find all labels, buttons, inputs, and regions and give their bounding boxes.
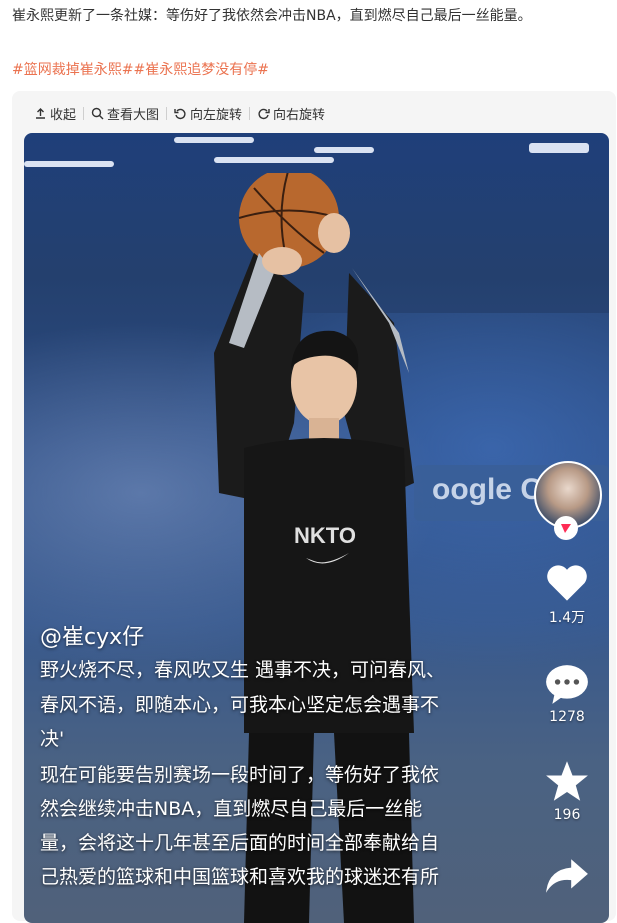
comment-count: 1278 <box>549 709 585 725</box>
arena-light <box>24 161 114 167</box>
arena-light <box>314 147 374 153</box>
hashtags: #篮网裁掉崔永熙##崔永熙追梦没有停# <box>12 59 269 81</box>
share-action[interactable] <box>532 855 602 901</box>
comment-icon <box>546 665 588 704</box>
collapse-label: 收起 <box>50 107 77 123</box>
caption-line: 现在可能要告别赛场一段时间了，等伤好了我依 <box>40 764 440 786</box>
rotate-left-icon <box>174 108 186 119</box>
like-count: 1.4万 <box>548 610 586 626</box>
view-large-button[interactable]: 查看大图 <box>84 104 166 123</box>
favorite-action[interactable]: 196 <box>532 759 602 823</box>
rotate-right-icon <box>258 108 270 119</box>
share-icon <box>546 859 588 893</box>
arena-light <box>529 143 589 153</box>
star-icon <box>546 761 588 801</box>
comment-action[interactable]: 1278 <box>532 663 602 725</box>
hashtag-link[interactable]: #篮网裁掉崔永熙# <box>12 62 133 78</box>
caption-line: 然会继续冲击NBA，直到燃尽自己最后一丝能 <box>40 798 423 820</box>
collapse-icon <box>36 107 45 119</box>
view-large-label: 查看大图 <box>107 107 160 123</box>
arena-light <box>214 157 334 163</box>
rotate-left-label: 向左旋转 <box>190 107 243 123</box>
arena-light <box>174 137 254 143</box>
caption-line: 春风不语，即随本心，可我本心坚定怎会遇事不 <box>40 694 440 716</box>
collapse-button[interactable]: 收起 <box>34 104 83 123</box>
post-photo[interactable]: oogle Cl NKTO 1.4万 1278 196 @崔cyx仔 野火烧不尽… <box>24 133 609 923</box>
caption-line: 量，会将这十几年甚至后面的时间全部奉献给自 <box>40 832 440 854</box>
rotate-left-button[interactable]: 向左旋转 <box>167 104 249 123</box>
rotate-right-label: 向右旋转 <box>273 107 326 123</box>
author-handle: @崔cyx仔 <box>40 625 145 650</box>
post-text: 崔永熙更新了一条社媒：等伤好了我依然会冲击NBA，直到燃尽自己最后一丝能量。 <box>12 8 532 24</box>
media-card: 收起 查看大图 向左旋转 向右旋转 oogle Cl NKTO 1.4万 127… <box>12 91 616 923</box>
caption-line: 决' <box>40 728 65 750</box>
rotate-right-button[interactable]: 向右旋转 <box>250 104 332 123</box>
svg-text:NKTO: NKTO <box>294 523 356 548</box>
heart-icon <box>547 565 587 601</box>
search-icon <box>91 107 104 119</box>
follow-badge[interactable] <box>554 516 578 540</box>
image-toolbar: 收起 查看大图 向左旋转 向右旋转 <box>34 103 332 123</box>
hashtag-link[interactable]: #崔永熙追梦没有停# <box>133 62 268 78</box>
like-action[interactable]: 1.4万 <box>532 563 602 627</box>
favorite-count: 196 <box>553 807 581 823</box>
caption-line: 己热爱的篮球和中国篮球和喜欢我的球迷还有所 <box>40 866 440 888</box>
caption-line: 野火烧不尽，春风吹又生 遇事不决，可问春风、 <box>40 659 446 681</box>
douyin-logo-icon <box>561 524 571 533</box>
